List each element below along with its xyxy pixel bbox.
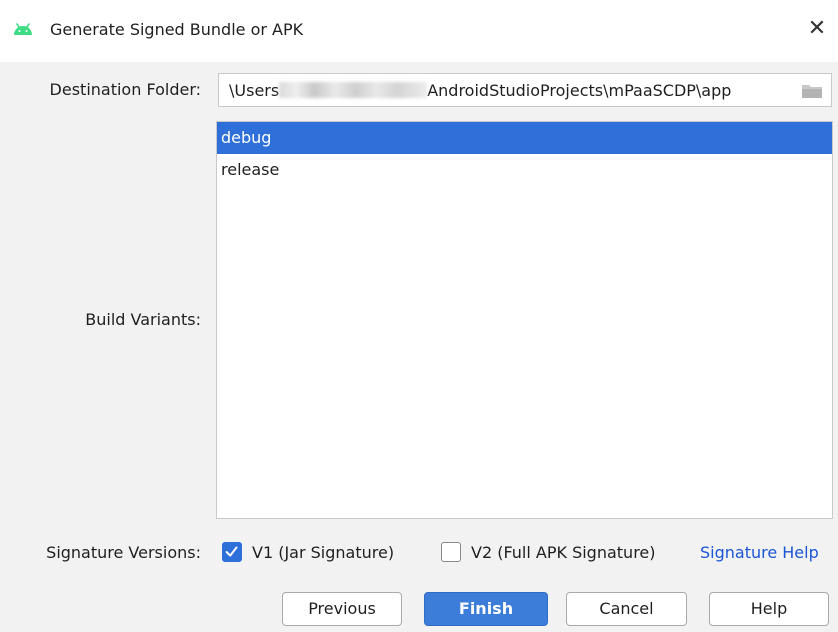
v1-checkbox-label[interactable]: V1 (Jar Signature): [252, 543, 394, 562]
help-button[interactable]: Help: [709, 592, 829, 626]
list-item-release[interactable]: release: [217, 154, 832, 186]
destination-folder-value: \Users AndroidStudioProjects\mPaaSCDP\app: [229, 81, 731, 100]
list-item-debug[interactable]: debug: [217, 122, 832, 154]
close-icon: ✕: [807, 16, 827, 41]
destination-folder-field[interactable]: \Users AndroidStudioProjects\mPaaSCDP\app: [218, 73, 832, 107]
destination-path-suffix: AndroidStudioProjects\mPaaSCDP\app: [427, 81, 732, 100]
signature-help-link[interactable]: Signature Help: [700, 543, 838, 562]
title-bar: Generate Signed Bundle or APK ✕: [0, 0, 838, 62]
destination-folder-label: Destination Folder:: [49, 80, 201, 99]
build-variants-label: Build Variants:: [85, 310, 201, 329]
v2-checkbox[interactable]: [441, 542, 461, 562]
v2-checkbox-label[interactable]: V2 (Full APK Signature): [471, 543, 656, 562]
cancel-button[interactable]: Cancel: [566, 592, 687, 626]
android-icon: [14, 23, 32, 35]
previous-button[interactable]: Previous: [282, 592, 402, 626]
redacted-username: [279, 82, 428, 98]
folder-icon[interactable]: [801, 83, 823, 99]
signature-versions-label: Signature Versions:: [46, 543, 201, 562]
checkmark-icon: [225, 546, 238, 557]
close-button[interactable]: ✕: [804, 16, 830, 42]
v1-checkbox[interactable]: [222, 542, 242, 562]
build-variants-list[interactable]: debug release: [216, 121, 833, 519]
destination-path-prefix: \Users: [229, 81, 280, 100]
dialog-title: Generate Signed Bundle or APK: [50, 20, 304, 39]
finish-button[interactable]: Finish: [424, 592, 548, 626]
